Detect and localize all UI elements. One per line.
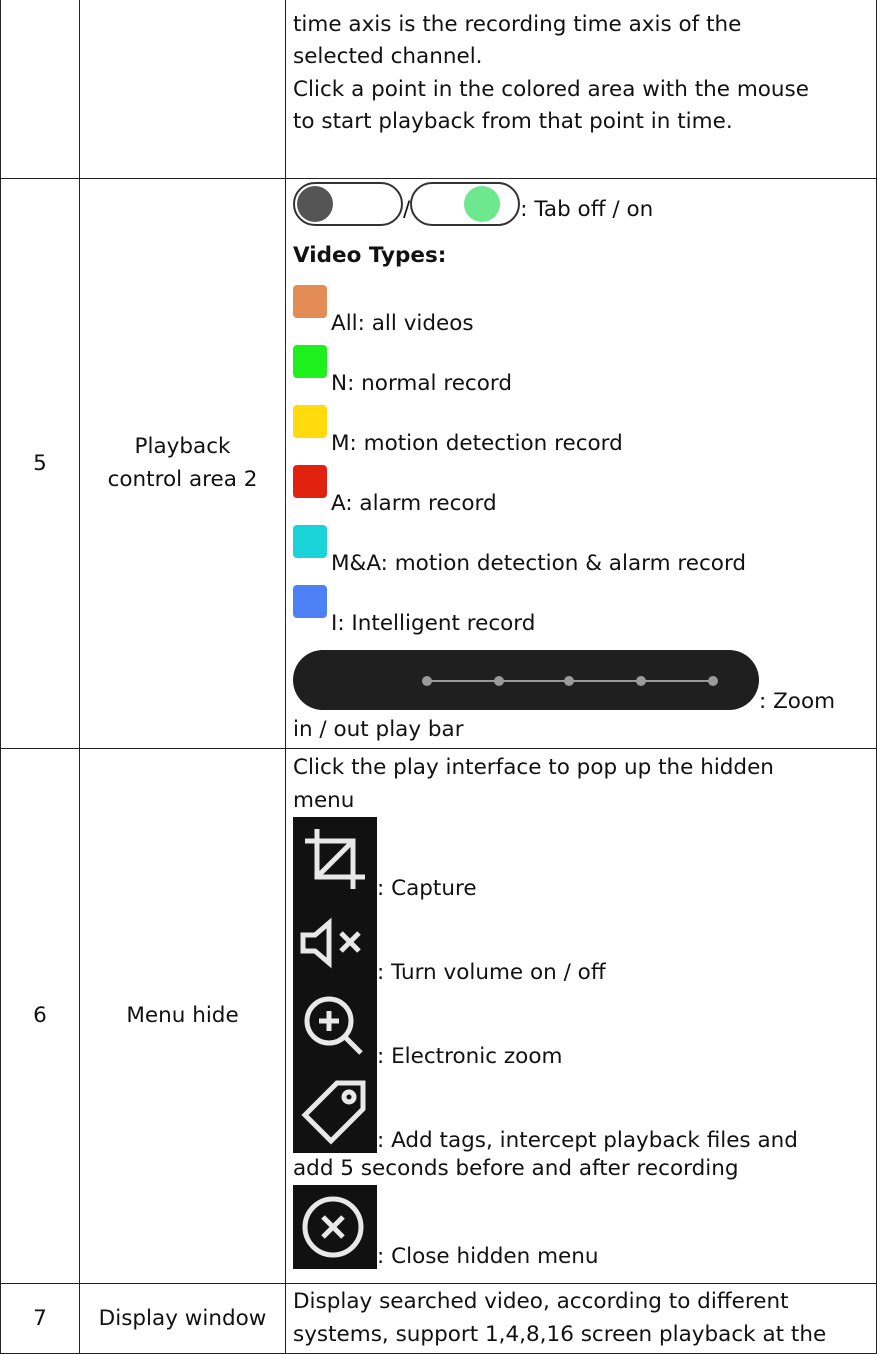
- video-type-item: A: alarm record: [293, 460, 870, 520]
- zoom-in-icon: [293, 984, 377, 1069]
- video-type-item: M: motion detection record: [293, 400, 870, 460]
- zoom-bar-legend: : Zoom: [293, 640, 870, 714]
- menu-icon-item: : Add tags, intercept playback files and: [293, 1068, 870, 1153]
- zoom-play-bar-icon: [293, 650, 759, 710]
- zoom-caption-continued: in / out play bar: [293, 717, 464, 742]
- menu-icon-caption: : Turn volume on / off: [377, 959, 606, 985]
- menu-icon-caption: : Close hidden menu: [377, 1243, 599, 1269]
- video-type-item: N: normal record: [293, 340, 870, 400]
- row-number: 5: [0, 177, 80, 750]
- video-types-list: All: all videos N: normal record M: motion…: [293, 280, 870, 640]
- row-name: Playback control area 2: [79, 177, 286, 750]
- toggle-legend: / : Tab off / on: [293, 182, 870, 236]
- toggle-off-icon: [293, 182, 403, 226]
- color-swatch-icon: [293, 345, 327, 378]
- menu-icon-item: : Capture: [293, 816, 870, 901]
- row-description: Click the play interface to pop up the h…: [285, 748, 877, 1285]
- menu-icon-caption: : Capture: [377, 875, 477, 901]
- video-type-item: All: all videos: [293, 280, 870, 340]
- menu-intro-continued: menu: [293, 787, 355, 813]
- video-type-label: M&A: motion detection & alarm record: [331, 550, 747, 576]
- row-name: Menu hide: [79, 748, 286, 1285]
- menu-icon-caption: : Add tags, intercept playback files and: [377, 1127, 798, 1153]
- video-type-label: N: normal record: [331, 370, 513, 396]
- toggle-separator: /: [403, 196, 411, 222]
- video-type-label: I: Intelligent record: [331, 610, 536, 636]
- table-row: time axis is the recording time axis of …: [0, 0, 877, 179]
- video-type-item: I: Intelligent record: [293, 580, 870, 640]
- row-description: / : Tab off / on Video Types: All: all vi…: [285, 177, 877, 750]
- description-line: Click a point in the colored area with t…: [293, 76, 809, 102]
- color-swatch-icon: [293, 525, 327, 558]
- table-row: 5 Playback control area 2 / : Tab off / o…: [0, 177, 877, 750]
- video-type-label: All: all videos: [331, 310, 474, 336]
- row-number: [0, 0, 80, 179]
- volume-mute-icon: [293, 900, 377, 985]
- video-type-item: M&A: motion detection & alarm record: [293, 520, 870, 580]
- row-number: 6: [0, 748, 80, 1285]
- menu-icon-caption-continued: add 5 seconds before and after recording: [293, 1155, 739, 1181]
- table-row: 6 Menu hide Click the play interface to …: [0, 748, 877, 1285]
- description-line: time axis is the recording time axis of …: [293, 12, 742, 37]
- menu-icon-item: : Turn volume on / off: [293, 900, 870, 985]
- menu-intro: Click the play interface to pop up the h…: [293, 755, 774, 781]
- row-name: [79, 0, 286, 179]
- row-number: 7: [0, 1283, 80, 1354]
- color-swatch-icon: [293, 585, 327, 618]
- video-types-heading: Video Types:: [293, 243, 447, 268]
- toggle-caption: : Tab off / on: [520, 196, 654, 222]
- description-line: systems, support 1,4,8,16 screen playbac…: [293, 1321, 827, 1347]
- color-swatch-icon: [293, 405, 327, 438]
- color-swatch-icon: [293, 285, 327, 318]
- description-line: selected channel.: [293, 44, 483, 70]
- row-description: Display searched video, according to dif…: [285, 1283, 877, 1354]
- row-description: time axis is the recording time axis of …: [285, 0, 877, 179]
- video-type-label: M: motion detection record: [331, 430, 623, 456]
- menu-icon-item: : Electronic zoom: [293, 984, 870, 1069]
- table-row: 7 Display window Display searched video,…: [0, 1283, 877, 1354]
- row-name: Display window: [79, 1283, 286, 1354]
- description-line: to start playback from that point in tim…: [293, 108, 733, 134]
- menu-icon-caption: : Electronic zoom: [377, 1043, 563, 1069]
- zoom-caption: : Zoom: [759, 688, 836, 714]
- menu-icon-item: : Close hidden menu: [293, 1185, 870, 1269]
- video-type-label: A: alarm record: [331, 490, 497, 516]
- description-line: Display searched video, according to dif…: [293, 1289, 789, 1315]
- toggle-on-icon: [410, 182, 521, 226]
- tag-icon: [293, 1068, 377, 1153]
- close-circle-icon: [293, 1185, 377, 1269]
- color-swatch-icon: [293, 465, 327, 498]
- crop-icon: [293, 816, 377, 901]
- description-table: time axis is the recording time axis of …: [0, 0, 877, 1354]
